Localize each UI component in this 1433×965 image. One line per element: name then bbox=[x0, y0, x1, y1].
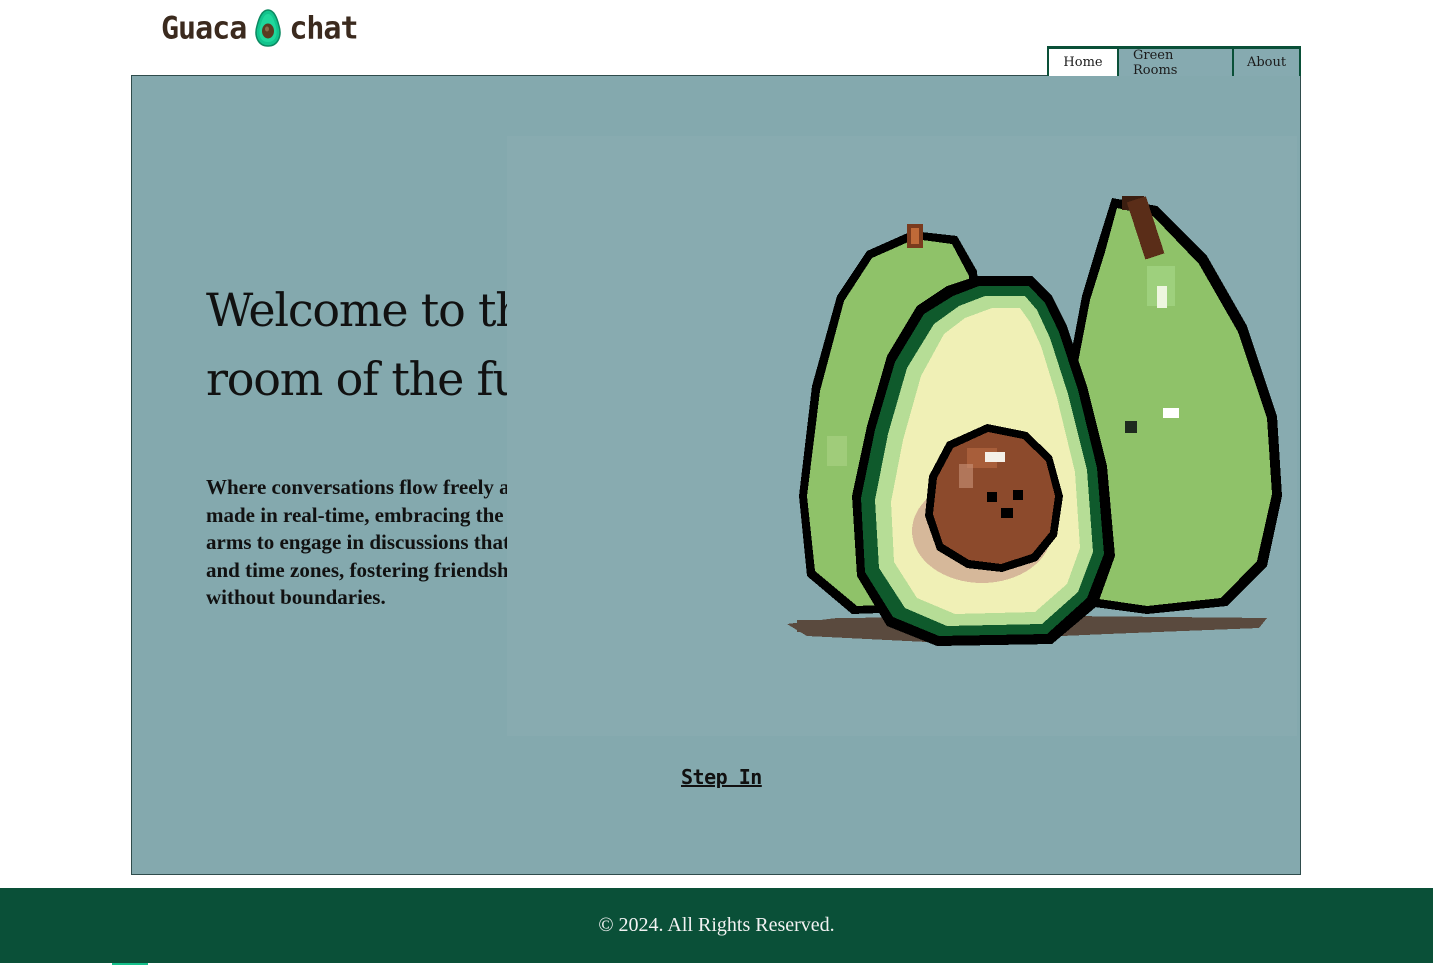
logo-text-chat: chat bbox=[289, 9, 358, 47]
site-logo[interactable]: Guaca chat bbox=[161, 8, 359, 48]
step-in-button[interactable]: Step In bbox=[681, 765, 762, 789]
footer-copyright: © 2024. All Rights Reserved. bbox=[598, 914, 835, 936]
hero-panel: Welcome to the chat room of the future W… bbox=[131, 75, 1301, 875]
main-nav-tabs: Home Green Rooms About bbox=[1047, 46, 1301, 78]
tab-home[interactable]: Home bbox=[1047, 46, 1117, 76]
tab-about[interactable]: About bbox=[1232, 46, 1301, 76]
pixel-avocado-illustration bbox=[507, 136, 1297, 736]
logo-text-guaca: Guaca bbox=[161, 9, 247, 47]
site-footer: © 2024. All Rights Reserved. bbox=[0, 888, 1433, 963]
tab-green-rooms[interactable]: Green Rooms bbox=[1117, 46, 1232, 78]
avocado-icon bbox=[255, 9, 282, 47]
